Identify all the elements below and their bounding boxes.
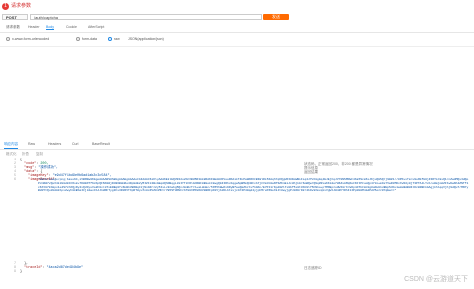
section-title: 请求参数 [11,3,32,9]
tab-cookie[interactable]: Cookie [66,25,77,29]
radio-label: raw [114,37,120,41]
radio-raw[interactable]: raw [108,37,120,41]
base64-value: "data:image/png;base64,iVBORw0KGgoAAAANS… [38,178,469,193]
tab-raw[interactable]: Raw [28,142,35,146]
radio-label: x-www-form-urlencoded [12,37,50,41]
request-bar: POST /auth/captcha 发送 [0,12,474,22]
format-button[interactable]: 格式化 [6,152,17,157]
copy-button[interactable]: 复制 [36,152,43,157]
tab-baseresult[interactable]: BaseResult [92,142,110,146]
watermark: CSDN @云游道天下 [404,276,468,283]
radio-label: form-data [82,37,97,41]
request-body-editor[interactable] [0,47,474,150]
response-toolbar: 格式化 折叠 复制 [0,151,474,158]
tab-headers[interactable]: Headers [48,142,61,146]
comment-data: 返回结果 [304,170,318,174]
response-json-viewer[interactable]: 1{ 2 "code": 200, 3 "msg": "操作成功", 4 "da… [4,158,470,276]
tab-body[interactable]: Body [46,25,54,30]
tab-afterscript[interactable]: AfterScript [88,25,104,29]
content-type-select[interactable]: JSON(application/json) [128,37,164,41]
radio-icon [6,37,10,41]
radio-icon [76,37,80,41]
tab-header[interactable]: Header [28,25,39,29]
body-type-options: x-www-form-urlencoded form-data raw JSON… [0,36,474,44]
collapse-button[interactable]: 折叠 [22,152,29,157]
response-tabs: 响应内容 Raw Headers Curl BaseResult [0,140,474,150]
error-badge: 1 [2,3,9,10]
radio-urlencoded[interactable]: x-www-form-urlencoded [6,37,49,41]
request-tabs: 请求参数 Header Body Cookie AfterScript [0,24,474,33]
tab-params[interactable]: 请求参数 [6,25,20,30]
radio-selected-icon [108,37,112,41]
tab-response-content[interactable]: 响应内容 [4,142,18,149]
method-select[interactable]: POST [2,14,28,20]
send-button[interactable]: 发送 [263,14,289,20]
json-line: 9} [13,270,23,274]
tab-curl[interactable]: Curl [72,142,78,146]
content-type-label: JSON(application/json) [128,37,164,41]
radio-form-data[interactable]: form-data [76,37,97,41]
url-input[interactable]: /auth/captcha [30,14,262,20]
comment-traceid: 日志追踪ID [304,266,322,270]
